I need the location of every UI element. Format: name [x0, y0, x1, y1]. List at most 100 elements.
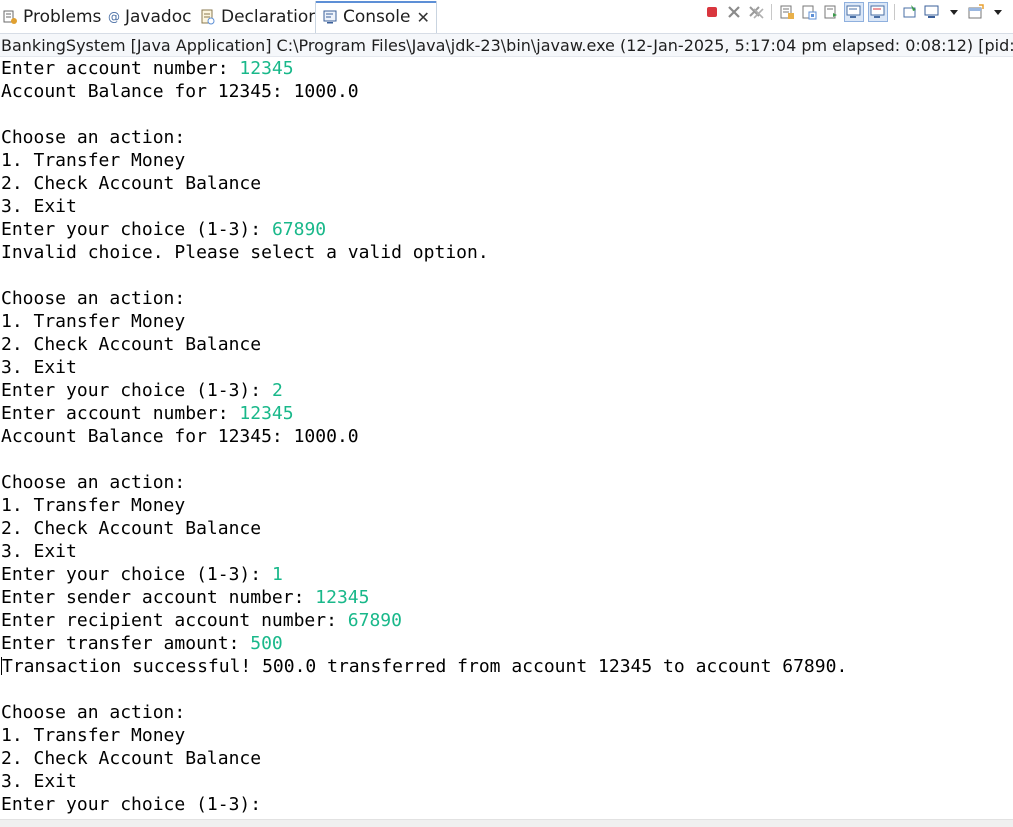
close-icon[interactable]: ✕: [417, 8, 430, 27]
console-output-text: Choose an action:: [1, 288, 186, 309]
tab-problems[interactable]: Problems: [2, 3, 101, 31]
svg-text:@: @: [108, 10, 120, 24]
console-user-input: 12345: [315, 587, 370, 608]
console-output-text: Enter sender account number:: [1, 587, 316, 608]
launch-status-line: BankingSystem [Java Application] C:\Prog…: [0, 33, 1013, 57]
problems-icon: [2, 9, 18, 25]
console-output-text: 2. Check Account Balance: [1, 334, 262, 355]
console-user-input: 2: [271, 380, 283, 401]
console-user-input: 1: [271, 564, 283, 585]
tab-label: Javadoc: [125, 7, 192, 27]
console-output-text: Enter your choice (1-3):: [1, 564, 272, 585]
toolbar-separator: [894, 4, 895, 20]
console-line: Enter your choice (1-3):: [0, 793, 1013, 816]
console-line: 1. Transfer Money: [0, 149, 1013, 172]
console-output-text: Enter your choice (1-3):: [1, 794, 272, 815]
declaration-icon: [200, 9, 216, 25]
console-output-text: 2. Check Account Balance: [1, 173, 262, 194]
word-wrap-icon[interactable]: [822, 3, 840, 21]
console-line: Transaction successful! 500.0 transferre…: [0, 655, 1013, 678]
console-line: Invalid choice. Please select a valid op…: [0, 241, 1013, 264]
terminate-icon[interactable]: [703, 3, 721, 21]
console-user-input: 12345: [239, 403, 294, 424]
tab-declaration[interactable]: Declaration: [200, 3, 319, 31]
console-line: 3. Exit: [0, 356, 1013, 379]
open-console-dropdown-icon[interactable]: [989, 3, 1007, 21]
console-line: 3. Exit: [0, 540, 1013, 563]
tab-label: Console: [343, 7, 411, 27]
remove-all-launches-icon[interactable]: [747, 3, 765, 21]
console-user-input: 500: [250, 633, 283, 654]
console-line: Account Balance for 12345: 1000.0: [0, 80, 1013, 103]
console-output-text: 3. Exit: [1, 541, 77, 562]
console-line: Enter account number: 12345: [0, 57, 1013, 80]
show-on-stderr-icon[interactable]: [868, 2, 888, 22]
console-line: 3. Exit: [0, 195, 1013, 218]
console-output-text: Account Balance for 12345: 1000.0: [1, 81, 359, 102]
console-line: Choose an action:: [0, 287, 1013, 310]
console-output-text: 2. Check Account Balance: [1, 748, 262, 769]
console-icon: [322, 9, 338, 25]
console-user-input: 67890: [347, 610, 402, 631]
console-output-text: 1. Transfer Money: [1, 725, 186, 746]
console-line: Enter account number: 12345: [0, 402, 1013, 425]
console-output-text: 1. Transfer Money: [1, 311, 186, 332]
console-output-text: Enter transfer amount:: [1, 633, 251, 654]
tab-console[interactable]: Console ✕: [315, 1, 437, 33]
pin-console-icon[interactable]: [901, 3, 919, 21]
console-output-text: Transaction successful! 500.0 transferre…: [2, 656, 848, 677]
console-line: Enter recipient account number: 67890: [0, 609, 1013, 632]
console-output-text: Choose an action:: [1, 702, 186, 723]
show-on-stdout-icon[interactable]: [844, 2, 864, 22]
console-user-input: 67890: [271, 219, 327, 240]
javadoc-icon: @: [108, 9, 120, 25]
tab-javadoc[interactable]: @ Javadoc: [108, 3, 191, 31]
console-output-text: 3. Exit: [1, 196, 77, 217]
console-line: 2. Check Account Balance: [0, 747, 1013, 770]
console-output-text: 2. Check Account Balance: [1, 518, 262, 539]
console-line: Choose an action:: [0, 471, 1013, 494]
console-line: 3. Exit: [0, 770, 1013, 793]
console-line: 2. Check Account Balance: [0, 333, 1013, 356]
tab-label: Problems: [23, 7, 102, 27]
console-toolbar: [703, 2, 1007, 22]
tab-label: Declaration: [221, 7, 320, 27]
console-output-text: Enter account number:: [1, 403, 240, 424]
display-console-dropdown-icon[interactable]: [945, 3, 963, 21]
console-line: Account Balance for 12345: 1000.0: [0, 425, 1013, 448]
scroll-lock-icon[interactable]: [800, 3, 818, 21]
console-user-input: 12345: [239, 58, 294, 79]
console-output-text: Account Balance for 12345: 1000.0: [1, 426, 359, 447]
console-line: 1. Transfer Money: [0, 724, 1013, 747]
console-output-text: Choose an action:: [1, 127, 186, 148]
console-output[interactable]: Enter account number: 12345 Account Balan…: [0, 57, 1013, 819]
console-output-text: 3. Exit: [1, 357, 77, 378]
console-output-text: Enter recipient account number:: [1, 610, 348, 631]
console-output-text: 3. Exit: [1, 771, 77, 792]
toolbar-separator: [771, 4, 772, 20]
remove-launch-icon[interactable]: [725, 3, 743, 21]
console-line: 2. Check Account Balance: [0, 172, 1013, 195]
display-console-icon[interactable]: [923, 3, 941, 21]
console-line: Choose an action:: [0, 701, 1013, 724]
clear-console-icon[interactable]: [778, 3, 796, 21]
view-tab-bar: Problems @ Javadoc Declaration Console ✕: [0, 0, 1013, 33]
console-line: Enter sender account number: 12345: [0, 586, 1013, 609]
console-line: 2. Check Account Balance: [0, 517, 1013, 540]
console-line: Enter your choice (1-3): 2: [0, 379, 1013, 402]
console-output-text: Enter your choice (1-3):: [1, 219, 272, 240]
console-output-text: 1. Transfer Money: [1, 150, 186, 171]
console-output-text: Enter your choice (1-3):: [1, 380, 272, 401]
console-output-text: 1. Transfer Money: [1, 495, 186, 516]
console-line: 1. Transfer Money: [0, 310, 1013, 333]
console-line: 1. Transfer Money: [0, 494, 1013, 517]
console-line: Enter your choice (1-3): 1: [0, 563, 1013, 586]
console-output-text: Choose an action:: [1, 472, 186, 493]
console-line: Enter transfer amount: 500: [0, 632, 1013, 655]
open-console-icon[interactable]: [967, 3, 985, 21]
horizontal-scrollbar[interactable]: [0, 819, 1013, 827]
